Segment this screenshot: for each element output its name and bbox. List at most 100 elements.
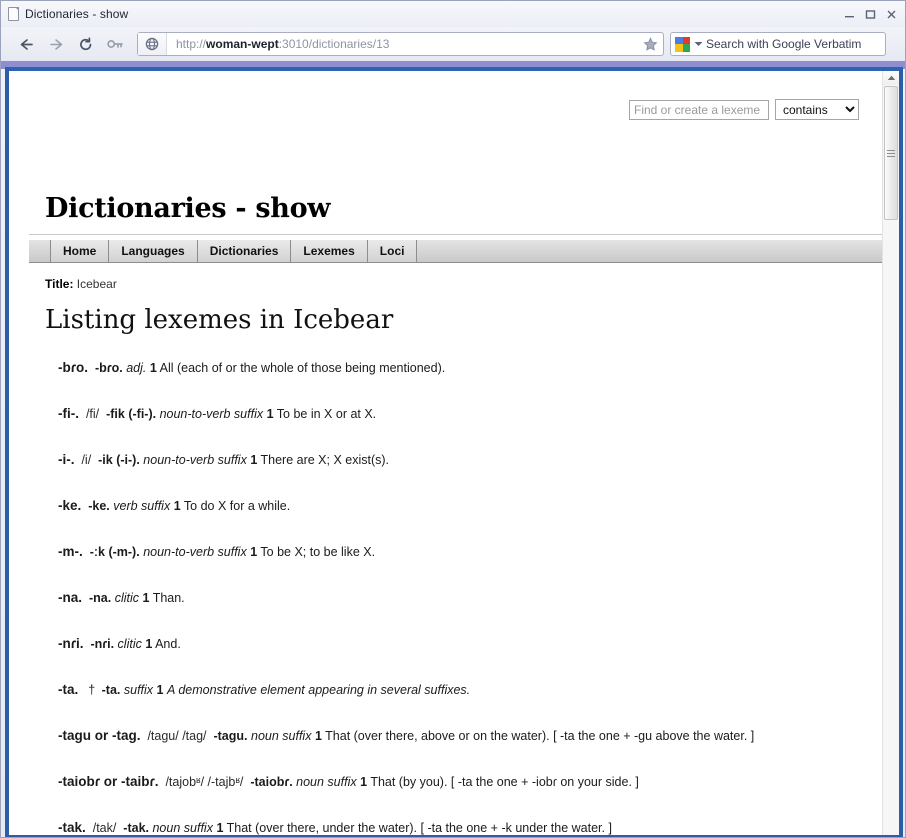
address-bar[interactable]: http://woman-wept:3010/dictionaries/13 <box>137 32 664 56</box>
scroll-up-icon[interactable] <box>883 71 899 85</box>
lexeme-entry[interactable]: -bɾo. -bɾo. adj. 1 All (each of or the w… <box>58 361 868 407</box>
lexeme-sense-number: 1 <box>173 499 181 513</box>
lexeme-definition: That (over there, under the water). <box>226 821 418 835</box>
window-controls <box>839 1 901 27</box>
lexeme-entry[interactable]: -ke. -ke. verb suffix 1 To do X for a wh… <box>58 499 868 545</box>
globe-icon <box>138 33 167 55</box>
lexeme-headword: -ke. <box>58 498 82 513</box>
title-bar: Dictionaries - show <box>1 1 905 27</box>
lexeme-phonetic: /fi/ <box>85 407 100 421</box>
lexeme-definition: And. <box>155 637 181 651</box>
close-icon[interactable] <box>881 4 901 24</box>
lexeme-entry[interactable]: -taiobɾ or -taibɾ. /tajobʶ/ /-tajbʶ/ -ta… <box>58 775 868 821</box>
lexeme-citation: -ːk (-m-). <box>89 545 140 559</box>
lexeme-sense-number: 1 <box>360 775 368 789</box>
lexeme-pos: noun suffix <box>296 775 357 789</box>
lexeme-headword: -nɾi. <box>58 636 84 651</box>
title-field: Title: Icebear <box>45 277 117 291</box>
web-page: contains Dictionaries - show Home Langua… <box>9 71 882 835</box>
lexeme-citation: -ik (-i-). <box>98 453 140 467</box>
nav-item-languages[interactable]: Languages <box>109 240 198 262</box>
lexeme-definition: A demonstrative element appearing in sev… <box>166 683 471 697</box>
lexeme-sense-number: 1 <box>149 361 157 375</box>
forward-icon[interactable] <box>41 31 71 57</box>
page-title: Dictionaries - show <box>45 193 331 224</box>
lexeme-etymology: [ -ta the one + -gu above the water. ] <box>553 729 755 743</box>
chevron-down-icon[interactable] <box>694 41 703 47</box>
lexeme-phonetic: /i/ <box>81 453 92 467</box>
lexeme-entry[interactable]: -nɾi. -nɾi. clitic 1 And. <box>58 637 868 683</box>
lexeme-headword: -fi-. <box>58 406 79 421</box>
lexeme-headword: -taiobɾ or -taibɾ. <box>58 774 159 789</box>
lexeme-headword: -tak. <box>58 820 86 835</box>
back-icon[interactable] <box>11 31 41 57</box>
nav-item-home[interactable]: Home <box>51 240 110 262</box>
lexeme-definition: To be in X or at X. <box>276 407 377 421</box>
lexeme-sense-number: 1 <box>142 591 150 605</box>
lexeme-entry[interactable]: -tak. /tak/ -tak. noun suffix 1 That (ov… <box>58 820 868 836</box>
lexeme-definition: To do X for a while. <box>183 499 291 513</box>
title-field-label: Title: <box>45 277 74 291</box>
lexeme-entry[interactable]: -m-. -ːk (-m-). noun-to-verb suffix 1 To… <box>58 545 868 591</box>
lexeme-sense-number: 1 <box>145 637 153 651</box>
lexeme-definition: All (each of or the whole of those being… <box>159 361 446 375</box>
lexeme-pos: adj. <box>126 361 147 375</box>
lexeme-entry[interactable]: -tagu or -tag. /tagu/ /tag/ -tagu. noun … <box>58 729 868 775</box>
lexeme-citation: -bɾo. <box>94 361 123 375</box>
lexeme-pos: suffix <box>123 683 154 697</box>
lexeme-definition: There are X; X exist(s). <box>260 453 390 467</box>
search-bar[interactable]: Search with Google Verbatim <box>670 32 886 56</box>
lexeme-citation: -tagu. <box>213 729 248 743</box>
list-heading: Listing lexemes in Icebear <box>45 305 394 335</box>
lexeme-pos: verb suffix <box>113 499 171 513</box>
lexeme-definition: To be X; to be like X. <box>260 545 376 559</box>
lexeme-pos: clitic <box>117 637 142 651</box>
key-icon[interactable] <box>101 31 131 57</box>
content-frame: contains Dictionaries - show Home Langua… <box>5 67 903 837</box>
lexeme-etymology: [ -ta the one + -k under the water. ] <box>420 821 612 835</box>
lexeme-phonetic: /tajobʶ/ /-tajbʶ/ <box>165 775 244 789</box>
lexeme-sense-number: 1 <box>250 545 258 559</box>
star-icon[interactable] <box>637 33 663 55</box>
lexeme-headword: -m-. <box>58 544 83 559</box>
lexeme-pos: noun suffix <box>251 729 312 743</box>
title-divider <box>29 234 882 235</box>
lexeme-entry[interactable]: -na. -na. clitic 1 Than. <box>58 591 868 637</box>
lexeme-pos: noun-to-verb suffix <box>143 545 247 559</box>
match-mode-select[interactable]: contains <box>775 99 859 120</box>
browser-window: Dictionaries - show http://woman-wept:30… <box>0 0 906 838</box>
nav-item-lexemes[interactable]: Lexemes <box>291 240 368 262</box>
lexeme-headword: -na. <box>58 590 83 605</box>
google-icon <box>675 36 690 52</box>
lexeme-headword: -i-. <box>58 452 75 467</box>
url-text[interactable]: http://woman-wept:3010/dictionaries/13 <box>167 37 637 51</box>
lexeme-headword: -bɾo. <box>58 360 88 375</box>
lexeme-citation: -na. <box>88 591 112 605</box>
lexeme-definition: Than. <box>152 591 185 605</box>
minimize-icon[interactable] <box>839 4 859 24</box>
lexeme-search-input[interactable] <box>629 99 769 120</box>
lexeme-headword: -tagu or -tag. <box>58 728 141 743</box>
lexeme-sense-number: 1 <box>156 683 164 697</box>
lexeme-entry[interactable]: -fi-. /fi/ -fik (-fi-). noun-to-verb suf… <box>58 407 868 453</box>
lexeme-citation: -ke. <box>88 499 110 513</box>
lexeme-citation: -tak. <box>123 821 149 835</box>
lexeme-pos: clitic <box>114 591 139 605</box>
lexeme-pos: noun-to-verb suffix <box>159 407 264 421</box>
lexeme-search-row: contains <box>629 99 859 120</box>
scrollbar-grip <box>887 148 895 159</box>
nav-item-dictionaries[interactable]: Dictionaries <box>197 240 292 262</box>
reload-icon[interactable] <box>71 31 101 57</box>
lexeme-pos: noun-to-verb suffix <box>143 453 247 467</box>
nav-item-loci[interactable]: Loci <box>367 240 418 262</box>
page-scrollbar[interactable] <box>882 71 899 835</box>
lexeme-sense-number: 1 <box>314 729 322 743</box>
lexeme-etymology: [ -ta the one + -iobɾ on your side. ] <box>450 775 639 789</box>
obsolete-dagger-icon: † <box>88 683 96 697</box>
lexeme-entry[interactable]: -ta. † -ta. suffix 1 A demonstrative ele… <box>58 683 868 729</box>
lexeme-entry[interactable]: -i-. /i/ -ik (-i-). noun-to-verb suffix … <box>58 453 868 499</box>
maximize-icon[interactable] <box>860 4 880 24</box>
scrollbar-thumb[interactable] <box>884 86 898 220</box>
lexeme-pos: noun suffix <box>152 821 213 835</box>
search-engine-label[interactable]: Search with Google Verbatim <box>706 37 861 51</box>
